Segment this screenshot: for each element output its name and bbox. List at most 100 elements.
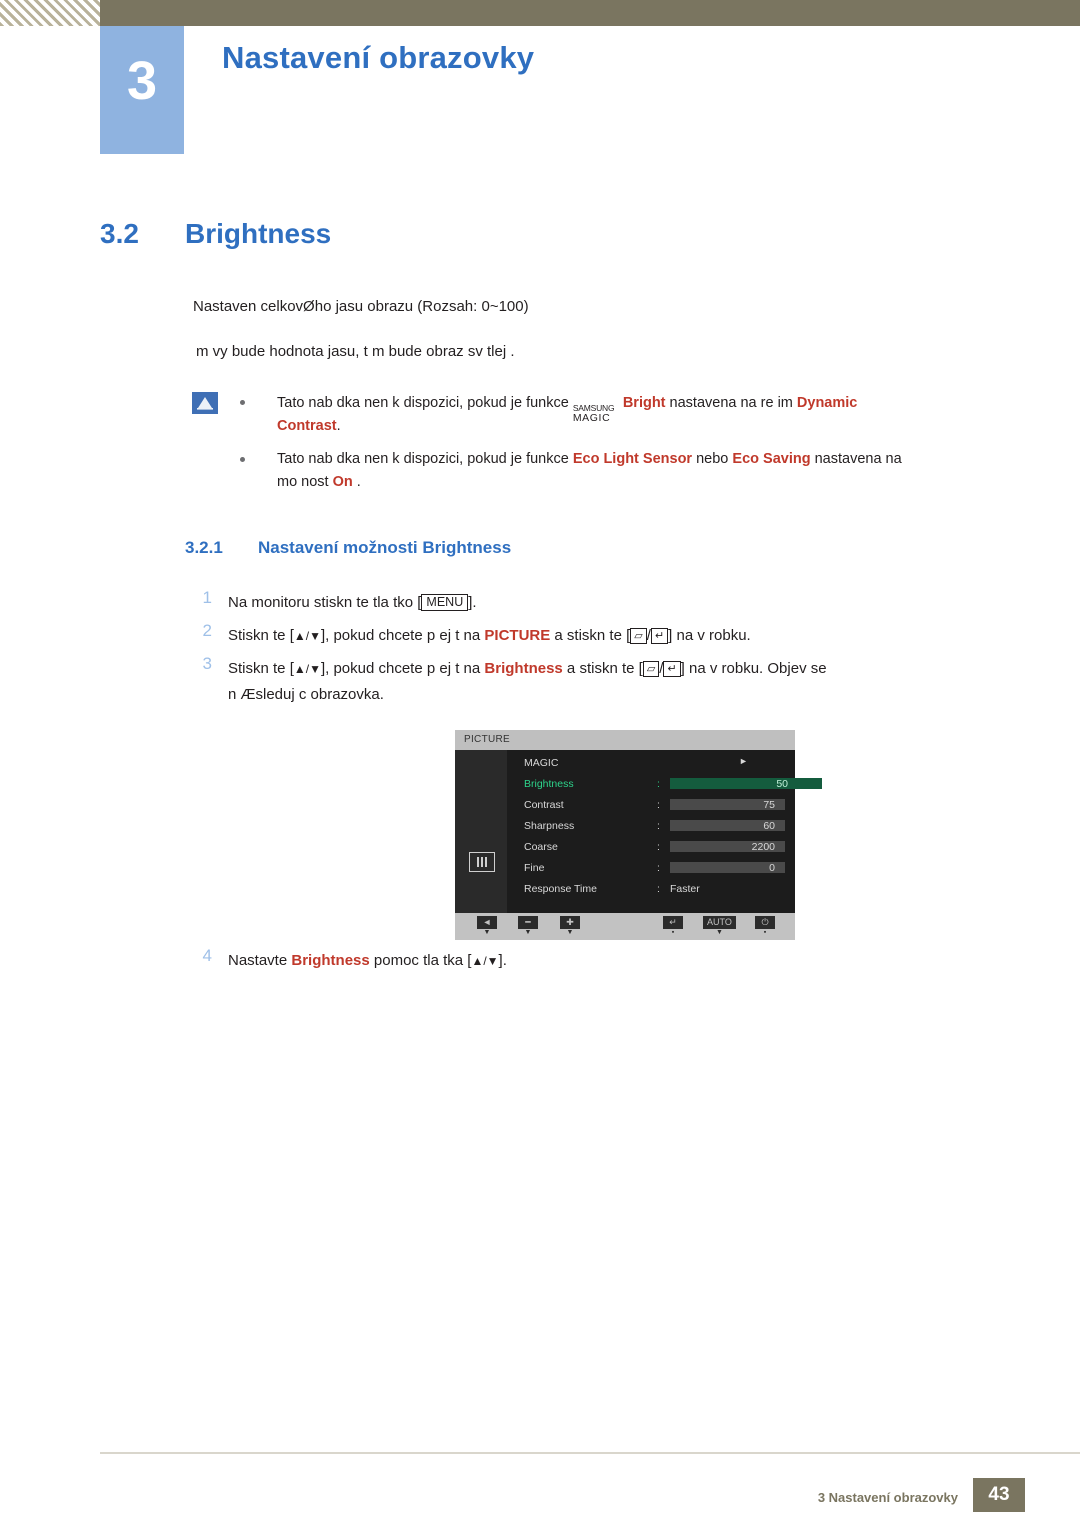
osd-left-panel xyxy=(455,750,507,915)
osd-colon-contrast: : xyxy=(657,799,660,811)
osd-label-brightness: Brightness xyxy=(524,778,574,790)
osd-value-coarse: 2200 xyxy=(751,841,775,853)
step-3-number: 3 xyxy=(202,654,212,673)
header-bar xyxy=(100,0,1080,26)
note-line-1: Tato nab dka nen k dispozici, pokud je f… xyxy=(277,392,977,438)
osd-button-auto-label: ▼ xyxy=(715,929,723,936)
subsection-title: Nastavení možnosti Brightness xyxy=(258,538,512,557)
step2-source-icon: ▱ xyxy=(630,628,647,644)
osd-button-power[interactable]: ⏻ ▪ xyxy=(755,916,775,937)
note1-dynamic: Dynamic xyxy=(796,395,858,411)
step3-line2: n Æsleduj c obrazovka. xyxy=(228,686,384,703)
page-number: 43 xyxy=(973,1478,1025,1512)
osd-colon-sharpness: : xyxy=(657,820,660,832)
note2-eco-saving: Eco Saving xyxy=(732,451,811,467)
chapter-title: Nastavení obrazovky xyxy=(222,40,535,75)
osd-row-contrast[interactable]: Contrast : 75 xyxy=(507,794,795,815)
osd-button-plus-label: ▼ xyxy=(566,929,574,936)
step3-mid2: a stiskn te [ xyxy=(562,660,643,677)
step2-mid2: a stiskn te [ xyxy=(550,627,631,644)
osd-button-left-label: ▼ xyxy=(483,929,491,936)
osd-colon-response-time: : xyxy=(657,883,660,895)
osd-button-minus[interactable]: ━ ▼ xyxy=(518,916,538,937)
osd-button-auto[interactable]: AUTO ▼ xyxy=(703,916,736,937)
osd-row-magic[interactable]: MAGIC ► xyxy=(507,752,795,773)
paragraph-brighter: m vy bude hodnota jasu, t m bude obraz s… xyxy=(196,343,515,360)
osd-label-fine: Fine xyxy=(524,862,545,874)
step4-brightness: Brightness xyxy=(291,952,370,969)
plus-icon: ✚ xyxy=(560,916,580,929)
footer-divider xyxy=(100,1452,1080,1454)
osd-label-contrast: Contrast xyxy=(524,799,564,811)
note-bullet-1 xyxy=(240,400,245,405)
osd-value-response-time: Faster xyxy=(670,883,700,895)
note2-on: On xyxy=(332,474,353,490)
section-title: Brightness xyxy=(185,218,332,249)
osd-title-bar: PICTURE xyxy=(455,730,795,750)
step3-source-icon: ▱ xyxy=(642,661,660,677)
osd-colon-brightness: : xyxy=(657,778,660,790)
note2-second-end: . xyxy=(352,474,361,490)
step3-mid: ], pokud chcete p ej t na xyxy=(320,660,485,677)
osd-button-left[interactable]: ◄ ▼ xyxy=(477,916,497,937)
note1-mid: nastavena na re im xyxy=(665,395,797,411)
section-number: 3.2 xyxy=(100,218,139,249)
osd-menu-list: MAGIC ► Brightness : 50 Contrast : 75 Sh… xyxy=(507,752,822,899)
osd-label-magic: MAGIC xyxy=(524,757,559,769)
osd-button-power-label: ▪ xyxy=(763,929,767,936)
note1-end: . xyxy=(336,418,341,434)
osd-value-fine: 0 xyxy=(769,862,775,874)
osd-row-sharpness[interactable]: Sharpness : 60 xyxy=(507,815,795,836)
step-1-number: 1 xyxy=(202,588,212,607)
step4-mid: pomoc tla tka [ xyxy=(369,952,472,969)
osd-value-sharpness: 60 xyxy=(763,820,775,832)
note1-bright: Bright xyxy=(622,395,666,411)
step2-pre: Stiskn te [ xyxy=(228,627,294,644)
note1-contrast: Contrast xyxy=(277,418,337,434)
osd-button-enter[interactable]: ↵ ▪ xyxy=(663,916,683,937)
paragraph-range: Nastaven celkovØho jasu obrazu (Rozsah: … xyxy=(193,298,529,315)
note2-post: nastavena na xyxy=(810,451,902,467)
page-header: 3 Nastavení obrazovky xyxy=(0,0,1080,154)
header-hatch-decoration xyxy=(0,0,100,26)
menu-keycap: MENU xyxy=(421,594,469,611)
note-bullet-2 xyxy=(240,457,245,462)
step4-arrow-keys: ▲/▼ xyxy=(471,954,499,968)
osd-label-sharpness: Sharpness xyxy=(524,820,575,832)
osd-screenshot: PICTURE MAGIC ► Brightness : 50 Contrast… xyxy=(455,730,822,940)
picture-icon xyxy=(469,852,495,872)
chapter-number: 3 xyxy=(126,51,158,111)
note1-pre: Tato nab dka nen k dispozici, pokud je f… xyxy=(277,395,573,411)
osd-row-fine[interactable]: Fine : 0 xyxy=(507,857,795,878)
osd-row-brightness[interactable]: Brightness : 50 xyxy=(507,773,822,794)
step3-arrow-keys: ▲/▼ xyxy=(293,662,321,676)
step-4-text: Nastavte Brightness pomoc tla tka [▲/▼]. xyxy=(228,948,507,974)
osd-button-bar: ◄ ▼ ━ ▼ ✚ ▼ ↵ ▪ AUTO ▼ ⏻ ▪ xyxy=(455,913,795,940)
note2-second-pre: mo nost xyxy=(277,474,333,490)
step-1-text: Na monitoru stiskn te tla tko [MENU]. xyxy=(228,590,477,615)
osd-button-plus[interactable]: ✚ ▼ xyxy=(560,916,580,937)
step3-enter-icon: ↵ xyxy=(663,661,681,677)
osd-value-brightness: 50 xyxy=(776,778,788,790)
step3-pre: Stiskn te [ xyxy=(228,660,294,677)
osd-colon-fine: : xyxy=(657,862,660,874)
step-3-text: Stiskn te [▲/▼], pokud chcete p ej t na … xyxy=(228,656,988,707)
step-2-number: 2 xyxy=(202,621,212,640)
auto-icon: AUTO xyxy=(703,916,736,929)
osd-label-response-time: Response Time xyxy=(524,883,597,895)
step3-brightness: Brightness xyxy=(484,660,563,677)
osd-row-coarse[interactable]: Coarse : 2200 xyxy=(507,836,795,857)
step2-enter-icon: ↵ xyxy=(650,628,669,644)
step2-post: ] na v robku. xyxy=(668,627,751,644)
step2-picture: PICTURE xyxy=(484,627,551,644)
step-2-text: Stiskn te [▲/▼], pokud chcete p ej t na … xyxy=(228,623,751,649)
enter-icon: ↵ xyxy=(663,916,683,929)
osd-title: PICTURE xyxy=(464,734,510,745)
step4-pre: Nastavte xyxy=(228,952,292,969)
step4-post: ]. xyxy=(498,952,507,969)
osd-row-response-time[interactable]: Response Time : Faster xyxy=(507,878,795,899)
note2-mid: nebo xyxy=(692,451,733,467)
step2-mid: ], pokud chcete p ej t na xyxy=(320,627,485,644)
step2-arrow-keys: ▲/▼ xyxy=(293,629,321,643)
osd-label-coarse: Coarse xyxy=(524,841,558,853)
